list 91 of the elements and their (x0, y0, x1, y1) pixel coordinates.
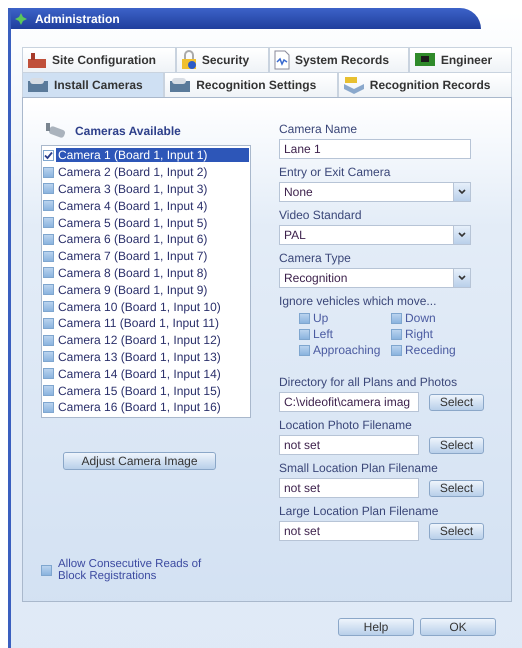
checkbox[interactable] (43, 284, 54, 296)
dialog-button[interactable]: OK (420, 618, 496, 636)
checkbox-label: Left (313, 327, 334, 341)
checkbox-label: Approaching (313, 343, 380, 357)
list-item[interactable]: Camera 2 (Board 1, Input 2) (56, 165, 249, 180)
checkbox[interactable] (391, 328, 402, 340)
camera-icon (27, 77, 49, 93)
checkbox[interactable] (43, 267, 54, 278)
tab[interactable]: Recognition Records (338, 72, 512, 97)
checkbox[interactable] (43, 334, 54, 346)
checkbox[interactable] (41, 564, 52, 576)
adjust-camera-button[interactable]: Adjust Camera Image (63, 452, 216, 470)
checkbox-label: Right (405, 327, 434, 341)
camera-icon (45, 122, 67, 140)
dropdown[interactable]: Recognition (279, 268, 471, 288)
select-button[interactable]: Select (429, 522, 484, 540)
camera-icon (169, 77, 192, 93)
input-field[interactable]: Lane 1 (279, 139, 471, 159)
checkbox[interactable] (299, 312, 310, 324)
circuit-board-icon (414, 52, 436, 68)
checkbox[interactable] (43, 234, 54, 245)
list-item[interactable]: Camera 11 (Board 1, Input 11) (56, 316, 249, 330)
tab[interactable]: Site Configuration (22, 47, 176, 72)
select-button[interactable]: Select (429, 394, 484, 410)
checkbox-label: Allow Consecutive Reads of Block Registrations (58, 558, 202, 583)
checkbox[interactable] (43, 250, 54, 262)
records-stack-icon (342, 76, 365, 94)
group-label: Ignore vehicles which move... (279, 294, 438, 308)
list-item[interactable]: Camera 16 (Board 1, Input 16) (56, 400, 249, 414)
field-label: Camera Type (279, 251, 352, 265)
checkbox[interactable] (43, 385, 54, 396)
list-item[interactable]: Camera 12 (Board 1, Input 12) (56, 333, 249, 348)
factory-icon (27, 51, 47, 69)
tab[interactable]: System Records (268, 47, 409, 72)
tab[interactable]: Security (176, 47, 269, 72)
list-item[interactable]: Camera 6 (Board 1, Input 6) (56, 232, 249, 246)
list-item[interactable]: Camera 13 (Board 1, Input 13) (56, 350, 249, 364)
list-item[interactable]: Camera 15 (Board 1, Input 15) (56, 384, 249, 398)
dropdown[interactable]: PAL (279, 225, 471, 245)
checkbox[interactable] (43, 351, 54, 362)
select-button[interactable]: Select (429, 436, 484, 454)
checkbox-label: Down (405, 311, 436, 325)
tab[interactable]: Recognition Settings (164, 72, 338, 97)
field-label: Entry or Exit Camera (279, 165, 392, 179)
chevron-down-icon (453, 183, 470, 201)
chevron-down-icon (453, 226, 470, 244)
checkbox[interactable] (391, 312, 402, 324)
field-label: Directory for all Plans and Photos (279, 375, 458, 389)
checkbox[interactable] (299, 328, 310, 340)
tab[interactable]: Install Cameras (22, 72, 164, 97)
checkbox[interactable] (299, 344, 310, 356)
lock-icon (180, 50, 197, 70)
app-icon (15, 12, 27, 24)
checkbox-label: Up (313, 311, 328, 325)
dialog-button[interactable]: Help (338, 618, 414, 636)
list-item[interactable]: Camera 8 (Board 1, Input 8) (56, 266, 249, 280)
field-label: Camera Name (279, 122, 358, 136)
field-label: Location Photo Filename (279, 418, 413, 432)
field-label: Small Location Plan Filename (279, 461, 439, 475)
field-label: Large Location Plan Filename (279, 504, 440, 518)
checkbox[interactable] (43, 217, 54, 228)
input-field[interactable]: not set (279, 478, 419, 498)
list-item[interactable]: Camera 14 (Board 1, Input 14) (56, 366, 249, 381)
checkbox[interactable] (43, 166, 54, 178)
input-field[interactable]: not set (279, 435, 419, 455)
checkbox[interactable] (391, 344, 402, 356)
document-icon (274, 50, 290, 70)
checkbox[interactable] (43, 200, 54, 212)
checkbox[interactable] (43, 150, 54, 161)
tab[interactable]: Engineer (408, 47, 512, 72)
input-field[interactable]: C:\videofit\camera imag (279, 392, 419, 412)
list-item[interactable]: Camera 7 (Board 1, Input 7) (56, 249, 249, 264)
list-item[interactable]: Camera 5 (Board 1, Input 5) (56, 216, 249, 230)
list-item[interactable]: Camera 10 (Board 1, Input 10) (56, 300, 249, 314)
list-item[interactable]: Camera 4 (Board 1, Input 4) (56, 198, 249, 213)
checkbox[interactable] (43, 368, 54, 380)
window-title: Administration (35, 12, 120, 26)
checkbox[interactable] (43, 318, 54, 329)
list-item[interactable]: Camera 3 (Board 1, Input 3) (56, 182, 249, 196)
checkbox[interactable] (43, 301, 54, 312)
input-field[interactable]: not set (279, 521, 419, 541)
checkbox[interactable] (43, 402, 54, 413)
dropdown[interactable]: None (279, 182, 471, 202)
section-title: Cameras Available (75, 124, 181, 138)
checkbox-label: Receding (405, 343, 456, 357)
list-item[interactable]: Camera 1 (Board 1, Input 1) (56, 148, 249, 162)
select-button[interactable]: Select (429, 480, 484, 496)
chevron-down-icon (453, 269, 470, 287)
checkbox[interactable] (43, 183, 54, 194)
field-label: Video Standard (279, 208, 363, 222)
list-item[interactable]: Camera 9 (Board 1, Input 9) (56, 282, 249, 297)
